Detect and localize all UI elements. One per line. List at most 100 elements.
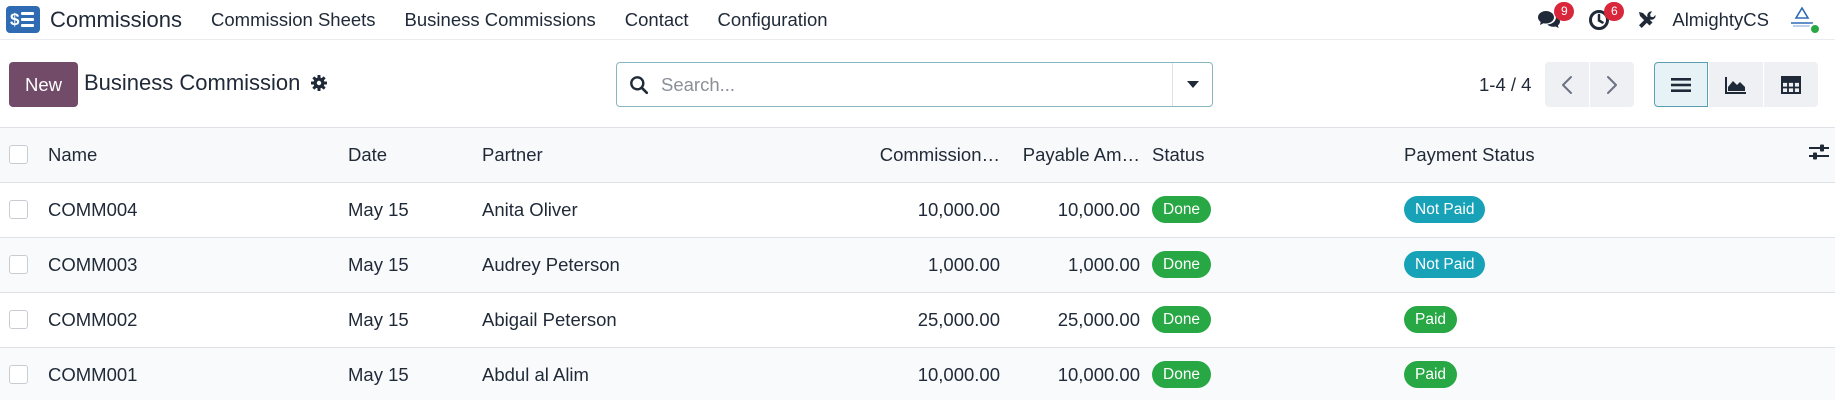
cell-date: May 15 xyxy=(348,198,409,220)
pager-previous-button[interactable] xyxy=(1545,62,1589,107)
list-view-button[interactable] xyxy=(1654,62,1708,107)
menu-item-contact[interactable]: Contact xyxy=(625,9,689,31)
table-row[interactable]: COMM002 May 15 Abigail Peterson 25,000.0… xyxy=(0,292,1835,347)
cell-payable-amount: 10,000.00 xyxy=(1057,198,1140,220)
gear-icon[interactable] xyxy=(310,74,328,92)
cell-partner: Abigail Peterson xyxy=(482,308,617,330)
cell-commission: 10,000.00 xyxy=(917,363,1000,385)
column-header-payable-amount[interactable]: Payable Am… xyxy=(1006,128,1146,182)
cell-empty xyxy=(1789,237,1835,292)
avatar[interactable] xyxy=(1787,5,1821,35)
search-options-toggle[interactable] xyxy=(1172,63,1212,106)
cell-name: COMM003 xyxy=(48,253,138,275)
row-select-cell xyxy=(0,182,42,237)
row-checkbox[interactable] xyxy=(9,255,28,274)
column-header-date[interactable]: Date xyxy=(342,128,476,182)
cell-partner: Audrey Peterson xyxy=(482,253,620,275)
activities-button[interactable]: 6 xyxy=(1584,2,1625,35)
cell-empty xyxy=(1789,347,1835,400)
activities-count-badge: 6 xyxy=(1604,2,1625,21)
row-checkbox[interactable] xyxy=(9,365,28,384)
status-badge: Done xyxy=(1152,196,1212,223)
status-badge: Done xyxy=(1152,251,1212,278)
status-badge: Done xyxy=(1152,306,1212,333)
column-header-payment-status[interactable]: Payment Status xyxy=(1398,128,1789,182)
pivot-view-button[interactable] xyxy=(1764,62,1818,107)
cell-name: COMM004 xyxy=(48,198,138,220)
table-row[interactable]: COMM003 May 15 Audrey Peterson 1,000.00 … xyxy=(0,237,1835,292)
cell-date: May 15 xyxy=(348,308,409,330)
column-settings-icon[interactable] xyxy=(1809,143,1829,161)
breadcrumb: Business Commission xyxy=(84,70,328,96)
cell-status: Done xyxy=(1146,182,1398,237)
column-settings-cell xyxy=(1789,128,1835,182)
column-header-partner[interactable]: Partner xyxy=(476,128,865,182)
row-checkbox[interactable] xyxy=(9,310,28,329)
commission-list-table: Name Date Partner Commission… Payable Am… xyxy=(0,128,1835,400)
payment-status-badge: Paid xyxy=(1404,361,1458,388)
column-header-commission[interactable]: Commission… xyxy=(865,128,1006,182)
menu-item-commission-sheets[interactable]: Commission Sheets xyxy=(211,9,376,31)
cell-empty xyxy=(1789,182,1835,237)
messages-count-badge: 9 xyxy=(1554,2,1575,21)
column-header-status[interactable]: Status xyxy=(1146,128,1398,182)
cell-commission: 25,000.00 xyxy=(917,308,1000,330)
payment-status-badge: Not Paid xyxy=(1404,251,1486,278)
graph-view-button[interactable] xyxy=(1709,62,1763,107)
row-select-cell xyxy=(0,237,42,292)
graph-view-icon xyxy=(1725,76,1746,94)
row-select-cell xyxy=(0,347,42,400)
cell-empty xyxy=(1789,292,1835,347)
cell-commission: 1,000.00 xyxy=(927,253,1000,275)
messages-button[interactable]: 9 xyxy=(1534,2,1575,35)
cell-payment-status: Paid xyxy=(1398,292,1789,347)
search-input[interactable] xyxy=(661,64,1172,105)
cell-payment-status: Paid xyxy=(1398,347,1789,400)
table-row[interactable]: COMM001 May 15 Abdul al Alim 10,000.00 1… xyxy=(0,347,1835,400)
cell-status: Done xyxy=(1146,237,1398,292)
cell-payable-amount: 10,000.00 xyxy=(1057,363,1140,385)
pager-value[interactable]: 1-4 / 4 xyxy=(1479,74,1531,96)
search-bar xyxy=(616,62,1213,107)
app-logo-icon[interactable]: $ xyxy=(6,6,40,33)
cell-status: Done xyxy=(1146,347,1398,400)
cell-payable-amount: 25,000.00 xyxy=(1057,308,1140,330)
table-header-row: Name Date Partner Commission… Payable Am… xyxy=(0,128,1835,182)
tools-icon xyxy=(1639,11,1656,28)
app-name[interactable]: Commissions xyxy=(50,7,182,33)
chevron-left-icon xyxy=(1562,75,1572,94)
main-menu: Commission Sheets Business Commissions C… xyxy=(190,9,836,31)
top-navbar: $ Commissions Commission Sheets Business… xyxy=(0,0,1835,40)
cell-name: COMM002 xyxy=(48,308,138,330)
new-button[interactable]: New xyxy=(9,62,78,107)
debug-tools-button[interactable] xyxy=(1632,5,1662,35)
pager-next-button[interactable] xyxy=(1590,62,1634,107)
navbar-systray: 9 6 AlmightyCS xyxy=(1534,0,1835,40)
control-panel: New Business Commission Search... 1-4 / … xyxy=(0,40,1835,128)
cell-commission: 10,000.00 xyxy=(917,198,1000,220)
list-view-icon xyxy=(1671,77,1691,92)
column-header-name[interactable]: Name xyxy=(42,128,342,182)
pager-buttons xyxy=(1545,62,1634,107)
row-select-cell xyxy=(0,292,42,347)
view-switcher xyxy=(1654,62,1819,107)
page-title: Business Commission xyxy=(84,70,301,95)
select-all-cell xyxy=(0,128,42,182)
pivot-view-icon xyxy=(1781,75,1801,94)
cell-partner: Abdul al Alim xyxy=(482,363,589,385)
online-status-dot xyxy=(1809,23,1821,35)
select-all-checkbox[interactable] xyxy=(9,145,28,165)
search-icon xyxy=(617,75,661,95)
chevron-right-icon xyxy=(1607,75,1617,94)
cell-payment-status: Not Paid xyxy=(1398,237,1789,292)
status-badge: Done xyxy=(1152,361,1212,388)
table-row[interactable]: COMM004 May 15 Anita Oliver 10,000.00 10… xyxy=(0,182,1835,237)
user-menu-name[interactable]: AlmightyCS xyxy=(1672,9,1769,31)
cell-payable-amount: 1,000.00 xyxy=(1067,253,1140,275)
menu-item-configuration[interactable]: Configuration xyxy=(718,9,828,31)
cell-status: Done xyxy=(1146,292,1398,347)
cell-name: COMM001 xyxy=(48,363,138,385)
cell-date: May 15 xyxy=(348,363,409,385)
menu-item-business-commissions[interactable]: Business Commissions xyxy=(405,9,596,31)
row-checkbox[interactable] xyxy=(9,200,28,219)
